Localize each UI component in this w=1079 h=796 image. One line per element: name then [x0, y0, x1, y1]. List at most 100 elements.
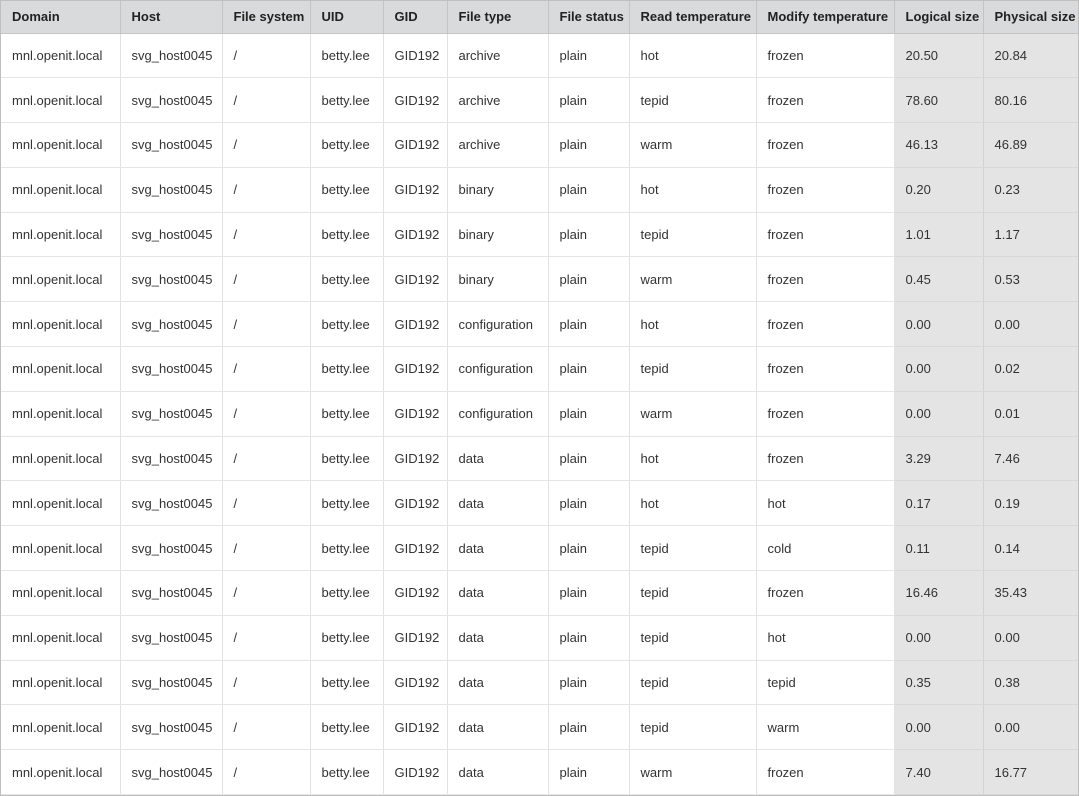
file-type-cell: data: [447, 660, 549, 706]
column-header-file-type[interactable]: File type: [447, 1, 549, 34]
physical-size-cell: 46.89: [983, 122, 1078, 168]
domain-cell: mnl.openit.local: [1, 615, 121, 661]
data-table-panel: Domain Host File system UID GID File typ…: [0, 0, 1079, 796]
column-header-uid[interactable]: UID: [310, 1, 384, 34]
column-header-file-status[interactable]: File status: [548, 1, 630, 34]
data-table: Domain Host File system UID GID File typ…: [1, 1, 1078, 795]
gid-cell: GID192: [383, 749, 448, 795]
logical-size-cell: 0.11: [893, 525, 984, 572]
physical-size-cell: 0.02: [983, 346, 1078, 392]
host-cell: svg_host0045: [120, 391, 223, 437]
column-header-file-system[interactable]: File system: [222, 1, 311, 34]
uid-cell: betty.lee: [310, 122, 384, 168]
uid-cell: betty.lee: [310, 346, 384, 392]
physical-size-cell: 0.00: [983, 704, 1078, 751]
uid-cell: betty.lee: [310, 77, 384, 124]
modify-temperature-cell: frozen: [756, 436, 895, 482]
domain-cell: mnl.openit.local: [1, 436, 121, 482]
file-status-cell: plain: [548, 525, 630, 572]
host-cell: svg_host0045: [120, 167, 223, 213]
read-temperature-cell: hot: [629, 167, 757, 213]
table-row[interactable]: mnl.openit.local svg_host0045/betty.lee GI…: [1, 570, 1078, 616]
physical-size-cell: 20.84: [983, 33, 1078, 79]
read-temperature-cell: warm: [629, 391, 757, 437]
uid-cell: betty.lee: [310, 704, 384, 751]
file-system-cell: /: [222, 301, 311, 348]
file-system-cell: /: [222, 212, 311, 258]
modify-temperature-cell: frozen: [756, 570, 895, 616]
gid-cell: GID192: [383, 167, 448, 213]
modify-temperature-cell: frozen: [756, 391, 895, 437]
column-header-domain[interactable]: Domain: [1, 1, 121, 34]
table-row[interactable]: mnl.openit.local svg_host0045/betty.lee GI…: [1, 33, 1078, 79]
file-system-cell: /: [222, 33, 311, 79]
modify-temperature-cell: hot: [756, 480, 895, 527]
table-row[interactable]: mnl.openit.local svg_host0045/betty.lee GI…: [1, 301, 1078, 348]
gid-cell: GID192: [383, 660, 448, 706]
read-temperature-cell: tepid: [629, 212, 757, 258]
physical-size-cell: 0.23: [983, 167, 1078, 213]
logical-size-cell: 0.35: [893, 660, 984, 706]
column-header-read-temperature[interactable]: Read temperature: [629, 1, 757, 34]
modify-temperature-cell: frozen: [756, 212, 895, 258]
column-header-physical-size[interactable]: Physical size: [983, 1, 1078, 34]
host-cell: svg_host0045: [120, 749, 223, 795]
domain-cell: mnl.openit.local: [1, 33, 121, 79]
file-system-cell: /: [222, 525, 311, 572]
read-temperature-cell: hot: [629, 301, 757, 348]
physical-size-cell: 35.43: [983, 570, 1078, 616]
file-type-cell: data: [447, 480, 549, 527]
column-header-modify-temperature[interactable]: Modify temperature: [756, 1, 895, 34]
file-system-cell: /: [222, 480, 311, 527]
uid-cell: betty.lee: [310, 480, 384, 527]
gid-cell: GID192: [383, 391, 448, 437]
table-row[interactable]: mnl.openit.local svg_host0045/betty.lee GI…: [1, 346, 1078, 392]
table-row[interactable]: mnl.openit.local svg_host0045/betty.lee GI…: [1, 167, 1078, 213]
column-header-logical-size[interactable]: Logical size: [893, 1, 984, 34]
table-row[interactable]: mnl.openit.local svg_host0045/betty.lee GI…: [1, 122, 1078, 168]
file-type-cell: binary: [447, 256, 549, 303]
read-temperature-cell: tepid: [629, 615, 757, 661]
gid-cell: GID192: [383, 256, 448, 303]
table-row[interactable]: mnl.openit.local svg_host0045/betty.lee GI…: [1, 704, 1078, 751]
modify-temperature-cell: frozen: [756, 749, 895, 795]
table-row[interactable]: mnl.openit.local svg_host0045/betty.lee GI…: [1, 256, 1078, 303]
logical-size-cell: 0.45: [893, 256, 984, 303]
gid-cell: GID192: [383, 436, 448, 482]
file-status-cell: plain: [548, 749, 630, 795]
table-row[interactable]: mnl.openit.local svg_host0045/betty.lee GI…: [1, 615, 1078, 661]
table-row[interactable]: mnl.openit.local svg_host0045/betty.lee GI…: [1, 660, 1078, 706]
table-row[interactable]: mnl.openit.local svg_host0045/betty.lee GI…: [1, 391, 1078, 437]
table-row[interactable]: mnl.openit.local svg_host0045/betty.lee GI…: [1, 749, 1078, 795]
column-header-host[interactable]: Host: [120, 1, 223, 34]
file-type-cell: binary: [447, 212, 549, 258]
file-system-cell: /: [222, 615, 311, 661]
table-row[interactable]: mnl.openit.local svg_host0045/betty.lee GI…: [1, 77, 1078, 124]
file-system-cell: /: [222, 77, 311, 124]
table-row[interactable]: mnl.openit.local svg_host0045/betty.lee GI…: [1, 525, 1078, 572]
file-type-cell: archive: [447, 122, 549, 168]
read-temperature-cell: hot: [629, 33, 757, 79]
file-type-cell: data: [447, 615, 549, 661]
uid-cell: betty.lee: [310, 301, 384, 348]
file-status-cell: plain: [548, 122, 630, 168]
file-system-cell: /: [222, 122, 311, 168]
file-type-cell: configuration: [447, 391, 549, 437]
table-row[interactable]: mnl.openit.local svg_host0045/betty.lee GI…: [1, 436, 1078, 482]
physical-size-cell: 0.38: [983, 660, 1078, 706]
file-status-cell: plain: [548, 480, 630, 527]
uid-cell: betty.lee: [310, 525, 384, 572]
domain-cell: mnl.openit.local: [1, 77, 121, 124]
column-header-gid[interactable]: GID: [383, 1, 448, 34]
domain-cell: mnl.openit.local: [1, 256, 121, 303]
table-row[interactable]: mnl.openit.local svg_host0045/betty.lee GI…: [1, 480, 1078, 527]
table-body: mnl.openit.local svg_host0045/betty.lee GI…: [1, 33, 1078, 795]
domain-cell: mnl.openit.local: [1, 122, 121, 168]
uid-cell: betty.lee: [310, 436, 384, 482]
file-status-cell: plain: [548, 391, 630, 437]
file-system-cell: /: [222, 749, 311, 795]
table-row[interactable]: mnl.openit.local svg_host0045/betty.lee GI…: [1, 212, 1078, 258]
file-status-cell: plain: [548, 615, 630, 661]
domain-cell: mnl.openit.local: [1, 391, 121, 437]
gid-cell: GID192: [383, 480, 448, 527]
